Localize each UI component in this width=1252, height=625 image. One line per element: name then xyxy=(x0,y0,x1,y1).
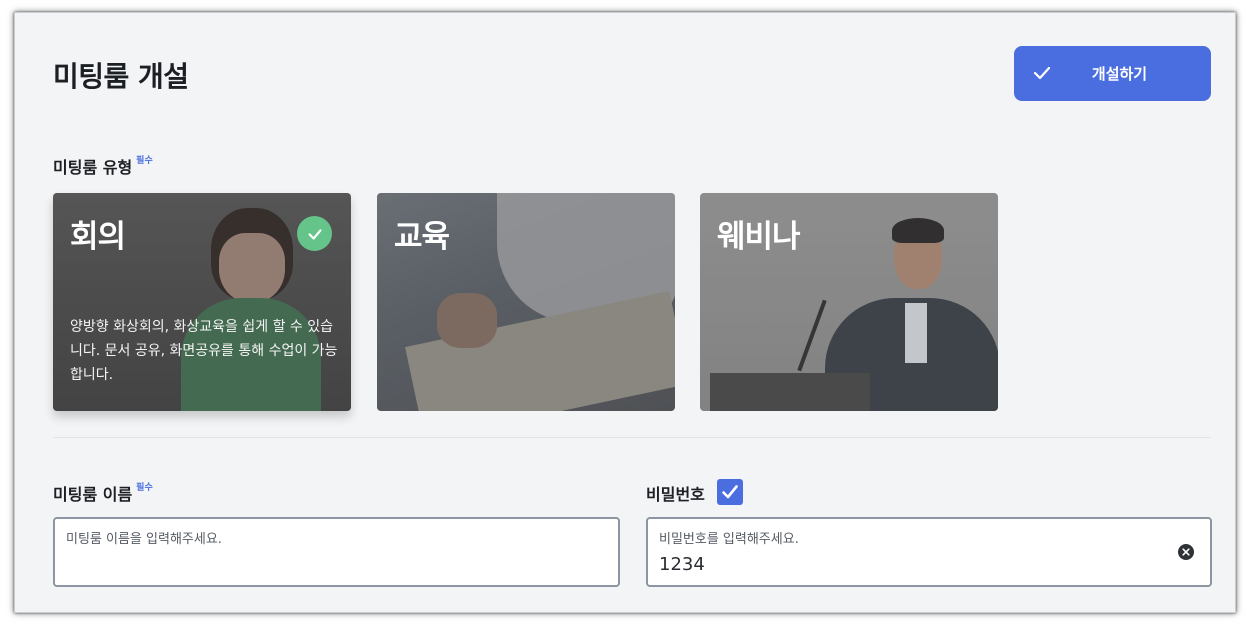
room-type-card-education[interactable]: 교육 xyxy=(377,193,675,411)
page-title: 미팅룸 개설 xyxy=(53,60,189,93)
card-description: 양방향 화상회의, 화상교육을 쉽게 할 수 있습니다. 문서 공유, 화면공유… xyxy=(70,319,338,383)
room-type-card-meeting[interactable]: 회의 양방향 화상회의, 화상교육을 쉽게 할 수 있습니다. 문서 공유, 화… xyxy=(53,193,351,411)
card-title: 교육 xyxy=(394,219,450,255)
check-icon xyxy=(1033,66,1051,80)
section-divider xyxy=(53,437,1211,438)
checkbox-checked-icon xyxy=(722,485,738,499)
room-name-input[interactable]: 미팅룸 이름을 입력해주세요. xyxy=(53,517,620,587)
card-title: 웨비나 xyxy=(717,219,801,255)
check-circle-icon xyxy=(297,216,332,251)
password-toggle-checkbox[interactable] xyxy=(717,479,743,505)
card-title: 회의 xyxy=(70,219,126,255)
required-badge: 필수 xyxy=(136,155,153,166)
room-type-label-text: 미팅룸 유형 xyxy=(53,158,133,177)
password-value: 1234 xyxy=(659,554,705,575)
password-label: 비밀번호 xyxy=(646,485,705,504)
password-input[interactable]: 비밀번호를 입력해주세요. 1234 xyxy=(646,517,1212,587)
room-type-label: 미팅룸 유형 필수 xyxy=(53,154,153,178)
room-type-card-webinar[interactable]: 웨비나 xyxy=(700,193,998,411)
close-circle-icon[interactable] xyxy=(1178,544,1194,560)
room-name-placeholder: 미팅룸 이름을 입력해주세요. xyxy=(66,532,222,547)
meeting-room-create-panel: 미팅룸 개설 개설하기 미팅룸 유형 필수 회의 양방향 화상회의, 화상교육을 … xyxy=(14,12,1236,613)
required-badge: 필수 xyxy=(136,482,153,493)
room-name-label-text: 미팅룸 이름 xyxy=(53,485,133,504)
password-placeholder: 비밀번호를 입력해주세요. xyxy=(659,532,799,547)
room-name-label: 미팅룸 이름 필수 xyxy=(53,481,153,505)
create-room-button[interactable]: 개설하기 xyxy=(1014,46,1211,101)
